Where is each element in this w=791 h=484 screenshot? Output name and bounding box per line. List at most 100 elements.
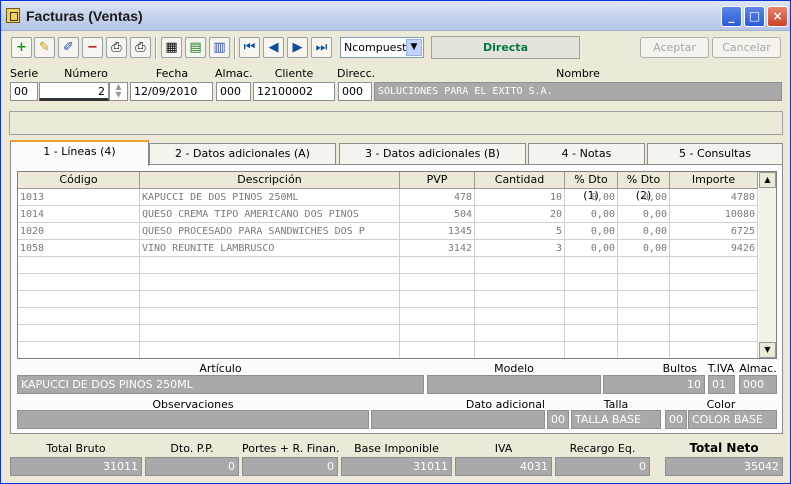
cell-dto2[interactable]: 0,00 — [618, 206, 670, 223]
column-header-pvp[interactable]: PVP — [400, 172, 475, 189]
cell-dto1[interactable] — [565, 342, 618, 358]
cell-pvp[interactable]: 504 — [400, 206, 475, 223]
scroll-up-icon[interactable]: ▲ — [759, 172, 776, 188]
cliente-field[interactable]: 12100002 — [253, 82, 335, 101]
chevron-down-icon[interactable]: ▼ — [406, 39, 422, 56]
cell-codigo[interactable] — [18, 342, 140, 358]
cell-importe[interactable]: 10080 — [670, 206, 758, 223]
cell-pvp[interactable] — [400, 342, 475, 358]
tab-datos-adicionales-b[interactable]: 3 - Datos adicionales (B) — [339, 143, 526, 165]
column-header-importe[interactable]: Importe — [670, 172, 758, 189]
previous-record-icon[interactable]: ◀ — [263, 37, 284, 58]
column-header-descripcion[interactable]: Descripción — [140, 172, 400, 189]
cell-dto2[interactable] — [618, 308, 670, 325]
cell-pvp[interactable] — [400, 325, 475, 342]
cell-codigo[interactable]: 1013 — [18, 189, 140, 206]
cell-descripcion[interactable]: KAPUCCI DE DOS PINOS 250ML — [140, 189, 400, 206]
cell-descripcion[interactable] — [140, 325, 400, 342]
column-header-dto1[interactable]: % Dto (1) — [565, 172, 618, 202]
first-record-icon[interactable]: ⏮ — [239, 37, 260, 58]
cell-descripcion[interactable]: QUESO CREMA TIPO AMERICANO DOS PINOS — [140, 206, 400, 223]
cell-importe[interactable] — [670, 308, 758, 325]
cell-dto2[interactable] — [618, 291, 670, 308]
minimize-button[interactable]: _ — [721, 6, 742, 27]
scroll-down-icon[interactable]: ▼ — [759, 342, 776, 358]
maximize-button[interactable]: □ — [744, 6, 765, 27]
cell-dto1[interactable]: 0,00 — [565, 189, 618, 206]
tab-consultas[interactable]: 5 - Consultas — [647, 143, 783, 165]
cell-importe[interactable] — [670, 274, 758, 291]
cell-descripcion[interactable] — [140, 342, 400, 358]
edit-pencil-icon[interactable]: ✎ — [34, 37, 55, 58]
cell-dto1[interactable] — [565, 325, 618, 342]
cell-pvp[interactable] — [400, 274, 475, 291]
grid-scrollbar[interactable]: ▲ ▼ — [759, 172, 776, 358]
cell-dto1[interactable] — [565, 274, 618, 291]
cell-cantidad[interactable] — [475, 342, 565, 358]
cell-dto2[interactable] — [618, 257, 670, 274]
cell-cantidad[interactable] — [475, 274, 565, 291]
cell-dto2[interactable] — [618, 274, 670, 291]
cell-codigo[interactable]: 1058 — [18, 240, 140, 257]
numero-spinner[interactable]: ▲ ▼ — [109, 82, 128, 101]
cell-dto1[interactable]: 0,00 — [565, 240, 618, 257]
print-icon[interactable]: ⎙ — [130, 37, 151, 58]
cell-cantidad[interactable] — [475, 308, 565, 325]
cell-codigo[interactable] — [18, 257, 140, 274]
cell-importe[interactable]: 4780 — [670, 189, 758, 206]
cell-dto2[interactable] — [618, 342, 670, 358]
edit-blue-icon[interactable]: ✐ — [58, 37, 79, 58]
cell-cantidad[interactable]: 3 — [475, 240, 565, 257]
tab-datos-adicionales-a[interactable]: 2 - Datos adicionales (A) — [149, 143, 336, 165]
transfer-icon[interactable]: ▥ — [209, 37, 230, 58]
column-header-dto2[interactable]: % Dto (2) — [618, 172, 670, 202]
accept-button[interactable]: Aceptar — [640, 37, 709, 58]
cell-pvp[interactable] — [400, 308, 475, 325]
export-icon[interactable]: ▤ — [185, 37, 206, 58]
next-record-icon[interactable]: ▶ — [287, 37, 308, 58]
last-record-icon[interactable]: ⏭ — [311, 37, 332, 58]
cell-dto1[interactable] — [565, 291, 618, 308]
cell-importe[interactable]: 9426 — [670, 240, 758, 257]
cell-importe[interactable] — [670, 291, 758, 308]
cell-dto1[interactable]: 0,00 — [565, 206, 618, 223]
cell-dto1[interactable]: 0,00 — [565, 223, 618, 240]
cell-descripcion[interactable] — [140, 291, 400, 308]
cell-dto2[interactable] — [618, 325, 670, 342]
cell-descripcion[interactable]: VINO REUNITE LAMBRUSCO — [140, 240, 400, 257]
cell-descripcion[interactable] — [140, 257, 400, 274]
cell-dto2[interactable]: 0,00 — [618, 223, 670, 240]
tab-notas[interactable]: 4 - Notas — [528, 143, 645, 165]
fecha-field[interactable]: 12/09/2010 — [130, 82, 213, 101]
cell-importe[interactable] — [670, 325, 758, 342]
add-icon[interactable]: + — [11, 37, 32, 58]
cell-cantidad[interactable]: 20 — [475, 206, 565, 223]
cell-importe[interactable] — [670, 257, 758, 274]
column-header-codigo[interactable]: Código — [18, 172, 140, 189]
column-header-cantidad[interactable]: Cantidad — [475, 172, 565, 189]
cell-pvp[interactable]: 1345 — [400, 223, 475, 240]
close-button[interactable]: × — [767, 6, 788, 27]
almac-field[interactable]: 000 — [216, 82, 251, 101]
cell-importe[interactable]: 6725 — [670, 223, 758, 240]
delete-icon[interactable]: − — [82, 37, 103, 58]
cell-pvp[interactable] — [400, 291, 475, 308]
numero-field[interactable]: 2 — [39, 82, 109, 101]
cell-pvp[interactable]: 3142 — [400, 240, 475, 257]
cell-cantidad[interactable]: 5 — [475, 223, 565, 240]
cell-pvp[interactable]: 478 — [400, 189, 475, 206]
lines-grid[interactable]: Código Descripción PVP Cantidad % Dto (1… — [17, 171, 777, 359]
serie-field[interactable]: 00 — [10, 82, 38, 101]
grid-icon[interactable]: ▦ — [161, 37, 182, 58]
cell-dto1[interactable] — [565, 257, 618, 274]
cell-descripcion[interactable] — [140, 308, 400, 325]
cancel-button[interactable]: Cancelar — [712, 37, 781, 58]
cell-cantidad[interactable]: 10 — [475, 189, 565, 206]
cell-descripcion[interactable]: QUESO PROCESADO PARA SANDWICHES DOS P — [140, 223, 400, 240]
cell-pvp[interactable] — [400, 257, 475, 274]
cell-codigo[interactable] — [18, 274, 140, 291]
cell-codigo[interactable] — [18, 291, 140, 308]
cell-cantidad[interactable] — [475, 291, 565, 308]
cell-codigo[interactable] — [18, 308, 140, 325]
direcc-field[interactable]: 000 — [338, 82, 372, 101]
